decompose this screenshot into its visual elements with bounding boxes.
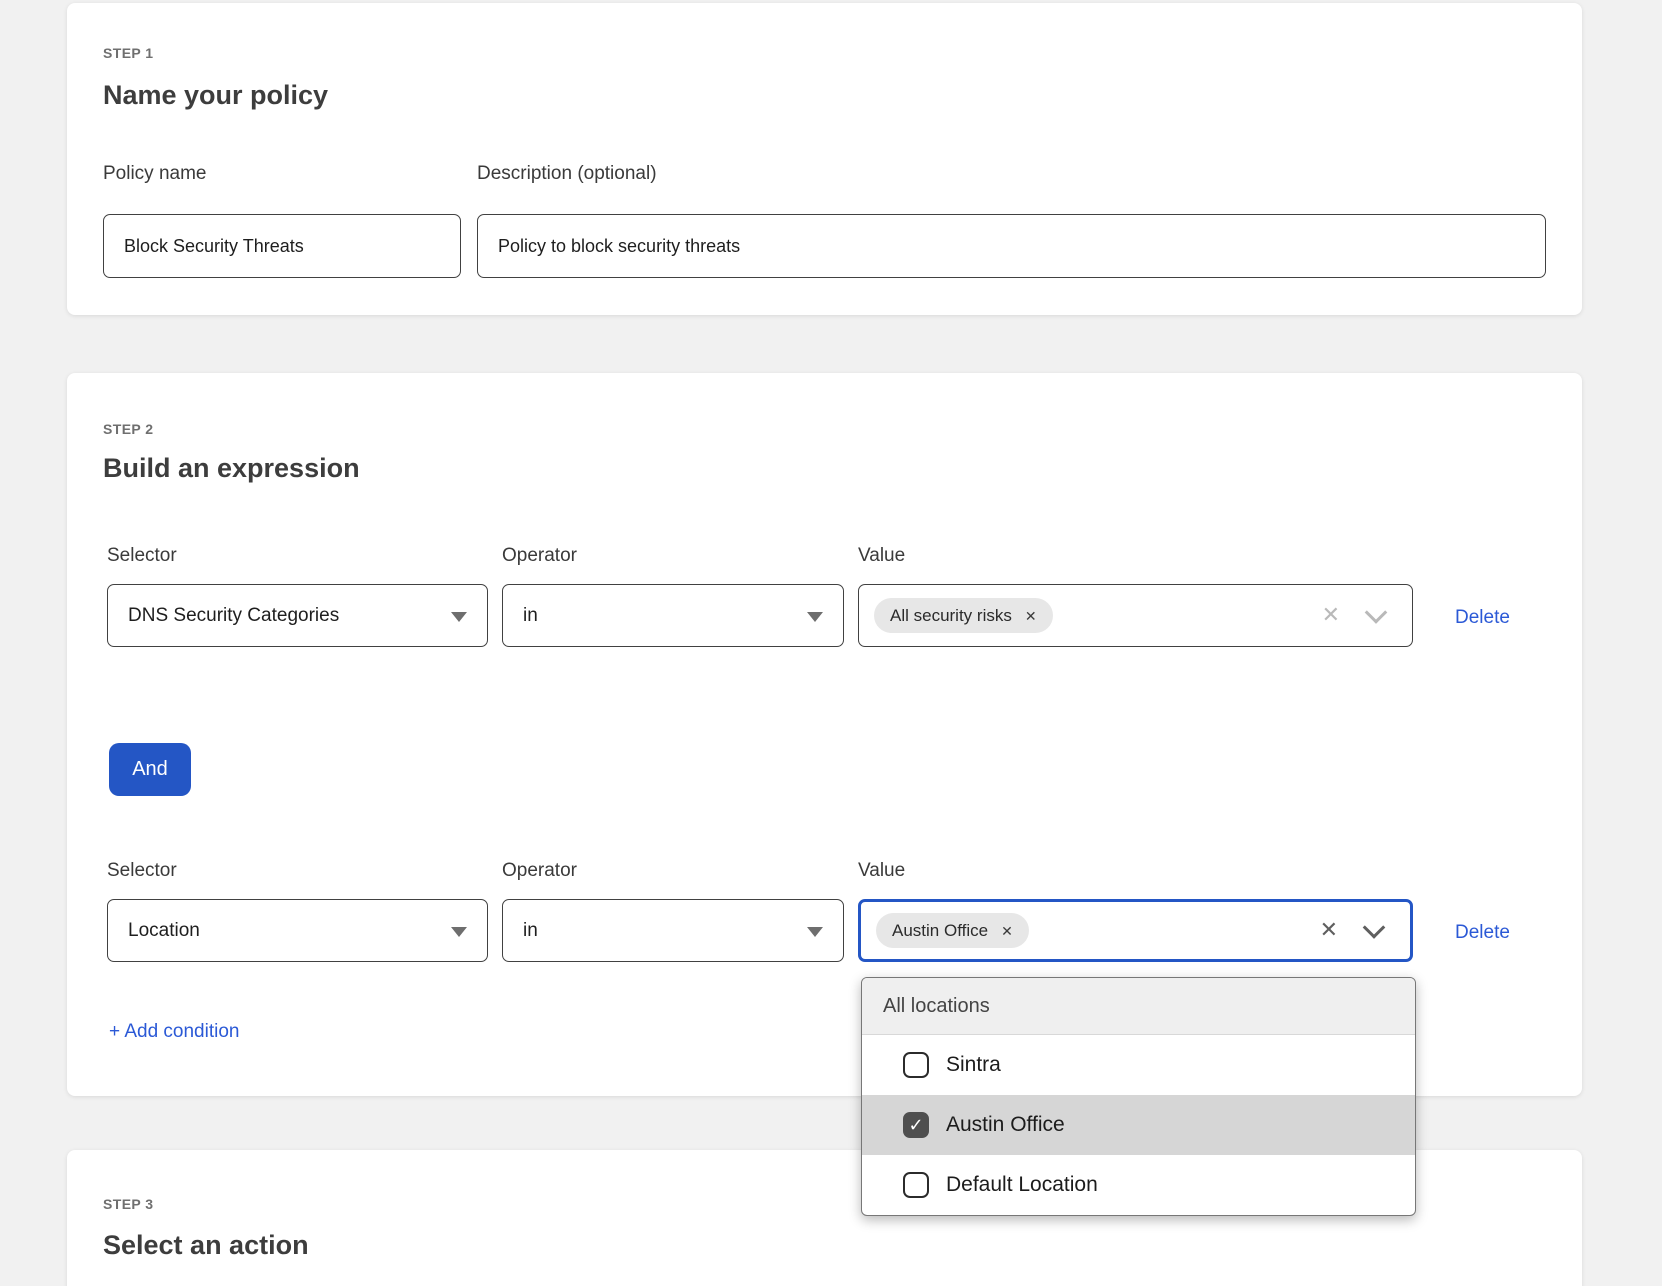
dropdown-option-label: Sintra: [946, 1053, 1001, 1077]
dropdown-option-sintra[interactable]: Sintra: [862, 1035, 1415, 1095]
selector-label: Selector: [107, 545, 488, 567]
delete-condition-link-2[interactable]: Delete: [1455, 922, 1510, 943]
and-button[interactable]: And: [109, 743, 191, 796]
dropdown-caret-icon: [807, 612, 823, 622]
step3-label: STEP 3: [103, 1196, 153, 1212]
clear-value-icon[interactable]: ✕: [1322, 604, 1340, 626]
step1-title: Name your policy: [103, 80, 328, 111]
add-condition-link[interactable]: + Add condition: [109, 1021, 239, 1043]
chevron-down-icon[interactable]: [1365, 601, 1388, 624]
selector-dropdown-2[interactable]: Location: [107, 899, 488, 962]
dropdown-option-default-location[interactable]: Default Location: [862, 1155, 1415, 1215]
remove-tag-icon[interactable]: ✕: [1025, 609, 1037, 623]
remove-tag-icon[interactable]: ✕: [1001, 924, 1013, 938]
checkbox-unchecked-icon[interactable]: [903, 1172, 929, 1198]
dropdown-option-label: Default Location: [946, 1173, 1098, 1197]
operator-value: in: [523, 605, 538, 627]
dropdown-caret-icon: [451, 927, 467, 937]
dropdown-option-austin-office[interactable]: ✓ Austin Office: [862, 1095, 1415, 1155]
policy-name-label: Policy name: [103, 163, 207, 185]
checkbox-checked-icon[interactable]: ✓: [903, 1112, 929, 1138]
dropdown-caret-icon: [807, 927, 823, 937]
selector-value: DNS Security Categories: [128, 605, 339, 627]
step1-label: STEP 1: [103, 45, 153, 61]
clear-value-icon[interactable]: ✕: [1320, 919, 1338, 941]
operator-label: Operator: [502, 860, 844, 882]
policy-name-value: Block Security Threats: [124, 236, 304, 257]
operator-dropdown-2[interactable]: in: [502, 899, 844, 962]
step3-title: Select an action: [103, 1230, 309, 1261]
dropdown-header: All locations: [862, 978, 1415, 1035]
dropdown-option-label: Austin Office: [946, 1113, 1065, 1137]
value-tag: Austin Office ✕: [876, 913, 1029, 948]
location-dropdown: All locations Sintra ✓ Austin Office Def…: [861, 977, 1416, 1216]
operator-value: in: [523, 920, 538, 942]
value-label: Value: [858, 860, 1413, 882]
operator-dropdown-1[interactable]: in: [502, 584, 844, 647]
value-label: Value: [858, 545, 1413, 567]
selector-value: Location: [128, 920, 200, 942]
description-input[interactable]: Policy to block security threats: [477, 214, 1546, 278]
operator-label: Operator: [502, 545, 844, 567]
value-multiselect-2[interactable]: Austin Office ✕ ✕: [858, 899, 1413, 962]
chevron-down-icon[interactable]: [1363, 916, 1386, 939]
step2-title: Build an expression: [103, 453, 360, 484]
condition-row-1: Selector DNS Security Categories Operato…: [107, 545, 1510, 647]
step1-card: STEP 1 Name your policy Policy name Desc…: [67, 3, 1582, 315]
condition-row-2: Selector Location Operator in Value Aust…: [107, 860, 1510, 962]
delete-condition-link-1[interactable]: Delete: [1455, 607, 1510, 628]
value-tag: All security risks ✕: [874, 598, 1053, 633]
value-tag-text: Austin Office: [892, 921, 988, 941]
description-label: Description (optional): [477, 163, 657, 185]
selector-label: Selector: [107, 860, 488, 882]
step2-label: STEP 2: [103, 421, 153, 437]
policy-builder-page: STEP 1 Name your policy Policy name Desc…: [0, 0, 1662, 1286]
policy-name-input[interactable]: Block Security Threats: [103, 214, 461, 278]
value-tag-text: All security risks: [890, 606, 1012, 626]
selector-dropdown-1[interactable]: DNS Security Categories: [107, 584, 488, 647]
dropdown-caret-icon: [451, 612, 467, 622]
description-value: Policy to block security threats: [498, 236, 740, 257]
value-multiselect-1[interactable]: All security risks ✕ ✕: [858, 584, 1413, 647]
checkbox-unchecked-icon[interactable]: [903, 1052, 929, 1078]
